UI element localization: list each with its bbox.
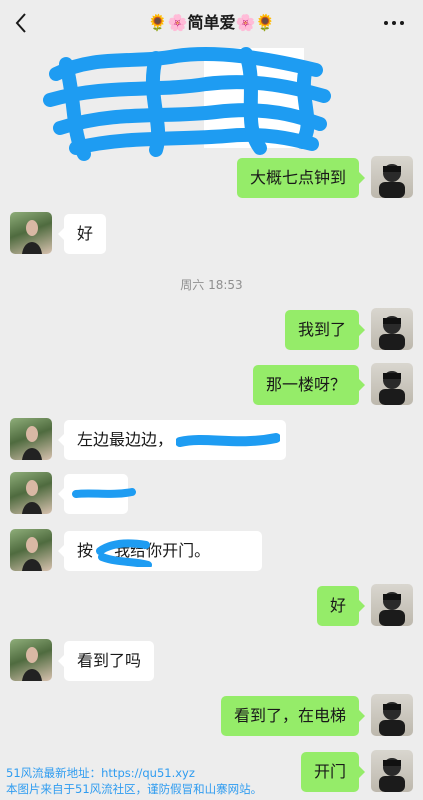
message-bubble-incoming[interactable]: 按 ，我给你开门。 — [58, 531, 262, 571]
avatar-me[interactable] — [371, 363, 413, 405]
avatar-me[interactable] — [371, 750, 413, 792]
message-row-incoming — [0, 472, 423, 516]
watermark-line: 51风流最新地址：https://qu51.xyz — [6, 766, 195, 780]
message-row-incoming: 按 ，我给你开门。 — [0, 529, 423, 573]
avatar-contact[interactable] — [10, 639, 52, 681]
message-row-outgoing: 好 — [0, 584, 423, 628]
message-bubble-outgoing[interactable]: 开门 — [300, 752, 366, 792]
message-bubble-incoming[interactable]: 好 — [57, 214, 107, 254]
message-bubble-outgoing[interactable]: 好 — [316, 586, 366, 626]
avatar-me[interactable] — [371, 694, 413, 736]
avatar-me[interactable] — [371, 584, 413, 626]
message-text: 左边最边边， — [77, 430, 174, 449]
avatar-contact[interactable] — [10, 418, 52, 460]
redacted-image-message[interactable] — [36, 44, 336, 164]
redaction-scribble — [72, 488, 136, 498]
message-row-outgoing: 我到了 — [0, 308, 423, 352]
avatar-me[interactable] — [371, 308, 413, 350]
avatar-contact[interactable] — [10, 212, 52, 254]
message-row-outgoing: 大概七点钟到 — [0, 156, 423, 200]
chat-title: 🌻🌸简单爱🌸🌻 — [147, 13, 276, 32]
top-bar: 🌻🌸简单爱🌸🌻 — [0, 0, 423, 46]
message-row-outgoing: 那一楼呀？ — [0, 363, 423, 407]
message-bubble-incoming[interactable]: 左边最边边， — [58, 420, 286, 460]
message-row-incoming: 好 — [0, 212, 423, 256]
avatar-contact[interactable] — [10, 529, 52, 571]
avatar-me[interactable] — [371, 156, 413, 198]
message-row-incoming: 看到了吗 — [0, 639, 423, 683]
redaction-scribble — [176, 433, 280, 447]
message-row-outgoing: 看到了，在电梯 — [0, 694, 423, 738]
redaction-scribble — [96, 539, 152, 567]
message-bubble-outgoing[interactable]: 我到了 — [284, 310, 366, 350]
message-bubble-incoming[interactable] — [58, 474, 136, 514]
more-options-button[interactable] — [379, 10, 409, 36]
message-bubble-outgoing[interactable]: 看到了，在电梯 — [220, 696, 366, 736]
timestamp-divider: 周六 18:53 — [180, 278, 243, 292]
message-bubble-outgoing[interactable]: 大概七点钟到 — [236, 158, 366, 198]
watermark-line: 本图片来自于51风流社区，谨防假冒和山寨网站。 — [6, 782, 263, 796]
watermark: 51风流最新地址：https://qu51.xyz 本图片来自于51风流社区，谨… — [6, 765, 262, 797]
avatar-contact[interactable] — [10, 472, 52, 514]
message-row-incoming: 左边最边边， — [0, 418, 423, 462]
more-dots-icon — [384, 21, 404, 25]
message-bubble-outgoing[interactable]: 那一楼呀？ — [252, 365, 366, 405]
message-bubble-incoming[interactable]: 看到了吗 — [57, 641, 155, 681]
